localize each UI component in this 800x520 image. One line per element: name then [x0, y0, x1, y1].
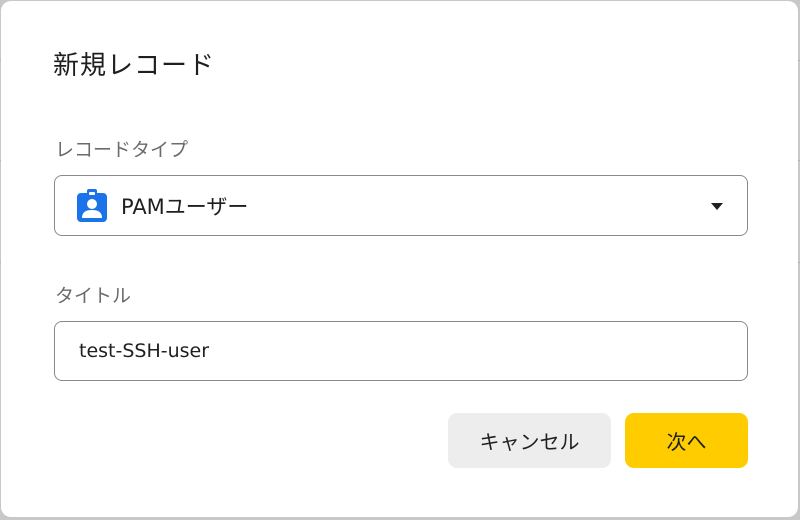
record-type-label: レコードタイプ: [55, 139, 189, 161]
cancel-button[interactable]: キャンセル: [448, 413, 611, 468]
user-badge-icon: [75, 188, 109, 224]
dialog-title: 新規レコード: [53, 51, 216, 81]
title-input[interactable]: [54, 321, 748, 381]
record-type-value: PAMユーザー: [121, 194, 249, 219]
new-record-dialog: 新規レコード レコードタイプ PAMユーザー タイトル キャンセル 次へ: [1, 1, 798, 517]
dropdown-arrow-icon[interactable]: [711, 203, 723, 210]
title-label: タイトル: [55, 285, 132, 307]
next-button[interactable]: 次へ: [625, 413, 748, 468]
record-type-select[interactable]: PAMユーザー: [54, 175, 748, 236]
